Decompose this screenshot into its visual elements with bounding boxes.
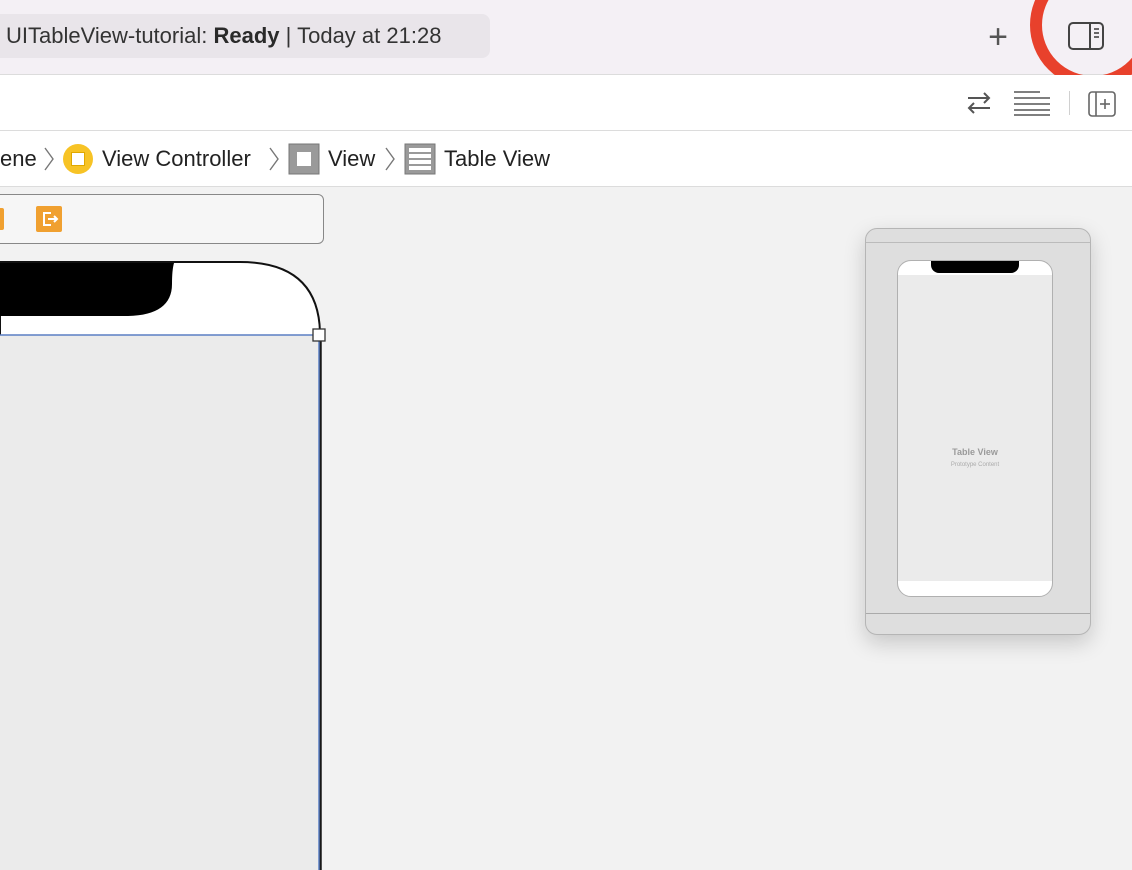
chevron-right-icon xyxy=(385,147,395,171)
arrows-swap-icon[interactable] xyxy=(964,89,994,117)
minimap-device: Table View Prototype Content xyxy=(897,260,1053,597)
toolbar-separator xyxy=(1069,91,1070,115)
view-icon xyxy=(288,143,320,175)
device-notch xyxy=(0,263,174,316)
status-separator: | xyxy=(285,23,292,48)
jump-bar: ene View Controller View Table View xyxy=(0,131,1132,187)
resize-handle[interactable] xyxy=(312,328,326,342)
chevron-right-icon xyxy=(44,147,54,171)
chevron-right-icon xyxy=(269,147,279,171)
device-canvas xyxy=(0,261,326,870)
status-state: Ready xyxy=(213,23,280,48)
breadcrumb-item-view[interactable]: View xyxy=(328,145,375,173)
editor-toolbar xyxy=(0,75,1132,131)
minimap-notch xyxy=(931,261,1019,273)
minimap[interactable]: Table View Prototype Content xyxy=(865,228,1091,635)
minimap-divider xyxy=(866,613,1090,614)
status-time: Today at 21:28 xyxy=(297,23,442,48)
title-bar: UITableView-tutorial: Ready | Today at 2… xyxy=(0,0,1132,88)
plus-icon: + xyxy=(988,18,1008,56)
lines-align-icon[interactable] xyxy=(1012,89,1052,117)
status-project: UITableView-tutorial: xyxy=(6,23,208,48)
breadcrumb-item-scene[interactable]: ene xyxy=(0,145,37,173)
first-responder-icon[interactable] xyxy=(0,208,4,230)
breadcrumb-item-view-controller[interactable]: View Controller xyxy=(102,145,251,173)
activity-status: UITableView-tutorial: Ready | Today at 2… xyxy=(0,14,490,58)
minimap-divider xyxy=(866,242,1090,243)
breadcrumb-item-table-view[interactable]: Table View xyxy=(444,145,550,173)
add-button[interactable]: + xyxy=(982,20,1014,54)
add-editor-icon[interactable] xyxy=(1088,91,1116,117)
table-view[interactable] xyxy=(0,335,319,870)
exit-icon[interactable] xyxy=(36,206,62,232)
view-controller-icon xyxy=(63,144,93,174)
minimap-subtitle: Prototype Content xyxy=(950,462,1000,468)
minimap-table-view: Table View Prototype Content xyxy=(898,275,1052,581)
table-view-icon xyxy=(404,143,436,175)
minimap-title: Table View xyxy=(952,447,998,457)
